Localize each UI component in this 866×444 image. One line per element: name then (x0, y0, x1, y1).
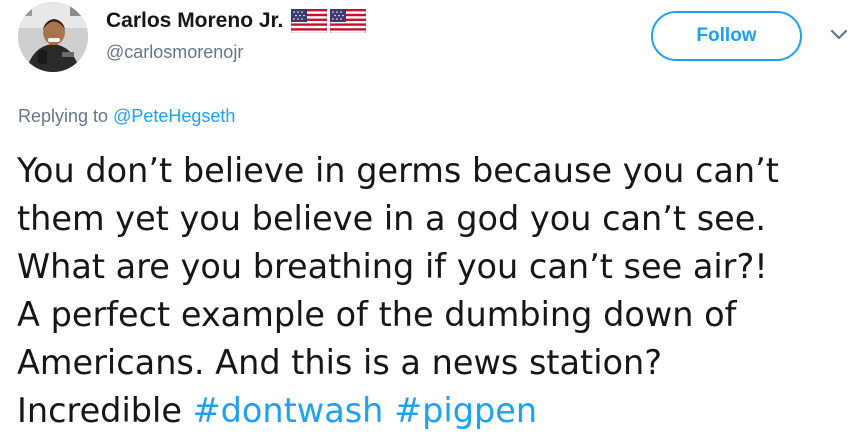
tweet: Carlos Moreno Jr. @carlosmorenojr Follow… (0, 0, 866, 444)
author-handle[interactable]: @carlosmorenojr (106, 42, 243, 63)
tweet-text-last-line: Incredible #dontwash #pigpen (17, 387, 862, 435)
tweet-text-line: You don’t believe in germs because you c… (17, 151, 779, 190)
avatar-image (18, 2, 88, 72)
tweet-text: You don’t believe in germs because you c… (17, 147, 862, 435)
tweet-text-line: A perfect example of the dumbing down of (17, 295, 737, 334)
author-display-name[interactable]: Carlos Moreno Jr. (106, 9, 283, 33)
hashtag-link[interactable]: #dontwash (193, 391, 384, 430)
reply-mention-link[interactable]: @PeteHegseth (113, 106, 235, 126)
follow-button[interactable]: Follow (651, 11, 802, 61)
author-name-row[interactable]: Carlos Moreno Jr. (106, 6, 367, 36)
replying-to-label: Replying to (18, 106, 109, 126)
tweet-text-line: What are you breathing if you can’t see … (17, 247, 768, 286)
hashtag-link[interactable]: #pigpen (394, 391, 537, 430)
us-flag-icon (291, 9, 328, 33)
tweet-text-line: them yet you believe in a god you can’t … (17, 199, 767, 238)
replying-to: Replying to @PeteHegseth (18, 106, 235, 127)
flag-emojis (291, 9, 367, 33)
tweet-text-line: Americans. And this is a news station? (17, 343, 663, 382)
tweet-text-line: Incredible (17, 391, 182, 430)
chevron-down-icon[interactable] (829, 28, 849, 42)
avatar[interactable] (18, 2, 88, 72)
us-flag-icon (330, 9, 367, 33)
